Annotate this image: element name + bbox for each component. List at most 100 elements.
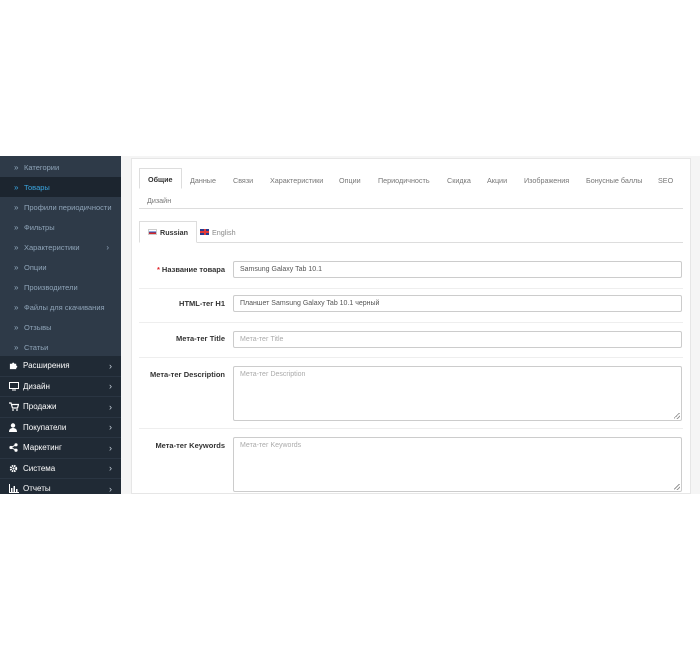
form-row-meta-description: Мета-тег Description Мета-тег Descriptio…: [139, 358, 683, 429]
tab-language-russian[interactable]: Russian: [139, 221, 197, 243]
chevron-right-icon: »: [14, 342, 19, 352]
tab-options[interactable]: Опции: [339, 176, 361, 185]
chevron-right-icon: »: [14, 282, 19, 292]
meta-keywords-label: Мета-тег Keywords: [155, 441, 225, 450]
expand-arrow-icon: ›: [106, 242, 109, 252]
meta-description-textarea[interactable]: Мета-тег Description: [233, 366, 682, 421]
required-marker: *: [157, 265, 160, 274]
sidebar-item-articles[interactable]: » Статьи: [0, 337, 121, 357]
tab-language-english[interactable]: English: [192, 221, 244, 243]
tab-discount[interactable]: Скидка: [447, 176, 471, 185]
resize-grip-icon[interactable]: [674, 484, 680, 490]
sidebar-item-marketing[interactable]: Маркетинг ›: [0, 438, 121, 459]
sidebar-item-customers[interactable]: Покупатели ›: [0, 417, 121, 438]
sidebar-item-label: Профили периодичности: [24, 202, 112, 212]
sidebar-item-label: Маркетинг: [23, 443, 62, 453]
sidebar-item-system[interactable]: Система ›: [0, 458, 121, 479]
form-row-meta-title: Мета-тег Title Мета-тег Title: [139, 323, 683, 358]
form-row-product-name: * Название товара Samsung Galaxy Tab 10.1: [139, 255, 683, 289]
meta-description-label: Мета-тег Description: [150, 370, 225, 379]
expand-arrow-icon: ›: [109, 483, 112, 494]
form-row-meta-keywords: Мета-тег Keywords Мета-тег Keywords: [139, 429, 683, 494]
tab-images[interactable]: Изображения: [524, 176, 569, 185]
user-icon: [9, 423, 23, 432]
sidebar-item-label: Производители: [24, 282, 78, 292]
chevron-right-icon: »: [14, 262, 19, 272]
sidebar-item-categories[interactable]: » Категории: [0, 157, 121, 177]
sidebar-item-label: Файлы для скачивания: [24, 302, 105, 312]
product-name-label: * Название товара: [157, 265, 225, 274]
sidebar-item-sales[interactable]: Продажи ›: [0, 397, 121, 418]
admin-screenshot: » Категории » Товары » Профили периодичн…: [0, 156, 700, 494]
sidebar-item-label: Отзывы: [24, 322, 52, 332]
sidebar-item-extensions[interactable]: Расширения ›: [0, 356, 121, 377]
sidebar-item-label: Продажи: [23, 402, 57, 412]
tab-design[interactable]: Дизайн: [147, 196, 171, 205]
monitor-icon: [9, 381, 23, 391]
tab-reward-points[interactable]: Бонусные баллы: [586, 176, 642, 185]
tab-seo[interactable]: SEO: [658, 176, 673, 185]
meta-title-input[interactable]: Мета-тег Title: [233, 331, 682, 348]
sidebar: » Категории » Товары » Профили периодичн…: [0, 156, 121, 494]
h1-label: HTML-тег H1: [179, 299, 225, 308]
sidebar-item-reviews[interactable]: » Отзывы: [0, 317, 121, 337]
sidebar-item-label: Характеристики: [24, 242, 80, 252]
sidebar-item-label: Система: [23, 463, 56, 473]
sidebar-item-label: Расширения: [23, 361, 70, 371]
sidebar-item-downloads[interactable]: » Файлы для скачивания: [0, 297, 121, 317]
tab-data[interactable]: Данные: [190, 176, 216, 185]
expand-arrow-icon: ›: [109, 381, 112, 392]
sidebar-item-label: Покупатели: [23, 422, 67, 432]
expand-arrow-icon: ›: [109, 442, 112, 453]
sidebar-item-design[interactable]: Дизайн ›: [0, 376, 121, 397]
form-tabs: Общие Данные Связи Характеристики Опции …: [139, 168, 683, 209]
bar-chart-icon: [9, 484, 23, 494]
chevron-right-icon: »: [14, 302, 19, 312]
sidebar-item-attributes[interactable]: » Характеристики ›: [0, 237, 121, 257]
sidebar-item-manufacturers[interactable]: » Производители: [0, 277, 121, 297]
language-label: Russian: [160, 227, 188, 237]
h1-input[interactable]: Планшет Samsung Galaxy Tab 10.1 черный: [233, 295, 682, 312]
tab-special[interactable]: Акции: [487, 176, 507, 185]
tab-recurring[interactable]: Периодичность: [378, 176, 430, 185]
russia-flag-icon: [148, 229, 157, 235]
resize-grip-icon[interactable]: [674, 413, 680, 419]
expand-arrow-icon: ›: [109, 463, 112, 474]
expand-arrow-icon: ›: [109, 422, 112, 433]
language-label: English: [212, 227, 236, 237]
sidebar-item-label: Категории: [24, 162, 60, 172]
tab-links[interactable]: Связи: [233, 176, 253, 185]
form-row-h1: HTML-тег H1 Планшет Samsung Galaxy Tab 1…: [139, 289, 683, 323]
sidebar-item-reports[interactable]: Отчеты ›: [0, 479, 121, 494]
tab-attributes[interactable]: Характеристики: [270, 176, 323, 185]
expand-arrow-icon: ›: [109, 401, 112, 412]
sidebar-item-label: Товары: [24, 182, 50, 192]
sidebar-item-label: Отчеты: [23, 484, 51, 494]
expand-arrow-icon: ›: [109, 360, 112, 371]
share-icon: [9, 443, 23, 453]
chevron-right-icon: »: [14, 162, 19, 172]
sidebar-item-filters[interactable]: » Фильтры: [0, 217, 121, 237]
product-form-panel: Общие Данные Связи Характеристики Опции …: [131, 158, 691, 494]
sidebar-item-recurring-profiles[interactable]: » Профили периодичности: [0, 197, 121, 217]
meta-keywords-textarea[interactable]: Мета-тег Keywords: [233, 437, 682, 492]
cart-icon: [9, 402, 23, 412]
gear-icon: [9, 464, 23, 473]
sidebar-item-products[interactable]: » Товары: [0, 177, 121, 197]
uk-flag-icon: [200, 229, 209, 235]
tab-general[interactable]: Общие: [139, 168, 182, 189]
chevron-right-icon: »: [14, 322, 19, 332]
sidebar-item-label: Дизайн: [23, 381, 50, 391]
sidebar-item-label: Фильтры: [24, 222, 55, 232]
sidebar-item-label: Статьи: [24, 342, 49, 352]
meta-title-label: Мета-тег Title: [176, 334, 225, 343]
chevron-right-icon: »: [14, 242, 19, 252]
sidebar-item-options[interactable]: » Опции: [0, 257, 121, 277]
puzzle-icon: [9, 361, 23, 370]
language-tabs: Russian English: [139, 221, 683, 243]
product-name-input[interactable]: Samsung Galaxy Tab 10.1: [233, 261, 682, 278]
chevron-right-icon: »: [14, 202, 19, 212]
chevron-right-icon: »: [14, 182, 19, 192]
chevron-right-icon: »: [14, 222, 19, 232]
sidebar-item-label: Опции: [24, 262, 47, 272]
